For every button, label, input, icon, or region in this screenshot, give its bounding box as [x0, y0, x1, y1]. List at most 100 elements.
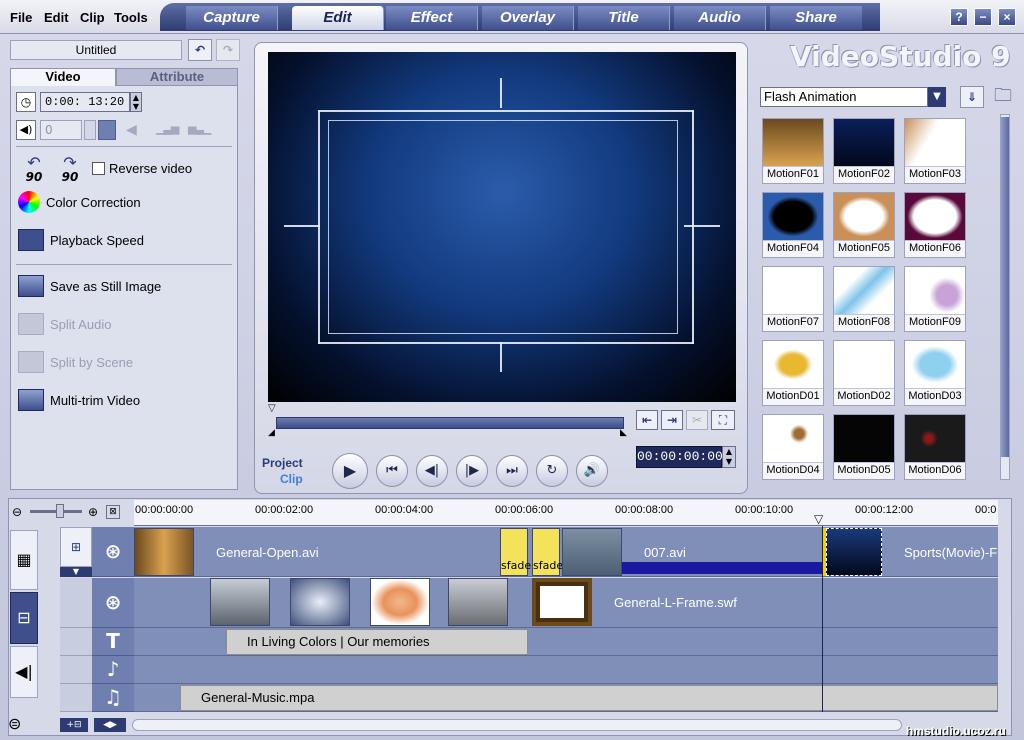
rotate-right-icon[interactable]: ↷ 90: [54, 155, 86, 185]
clip-thumbnail[interactable]: [562, 528, 622, 576]
overlay-thumbnail[interactable]: [448, 578, 508, 626]
add-track-icon[interactable]: +⊟: [60, 718, 88, 732]
system-volume-button[interactable]: 🔊: [576, 455, 608, 487]
clip-thumbnail[interactable]: [134, 528, 194, 576]
split-audio-button[interactable]: Split Audio: [18, 311, 111, 337]
tab-audio[interactable]: Audio: [674, 6, 766, 30]
minimize-button[interactable]: −: [974, 8, 992, 26]
overlay-thumbnail[interactable]: [290, 578, 350, 626]
overlay-lock[interactable]: [60, 578, 92, 628]
track-manager-icon[interactable]: ⊞: [60, 527, 92, 567]
library-item[interactable]: MotionD02: [833, 340, 895, 406]
library-item[interactable]: MotionD06: [904, 414, 966, 480]
undo-icon[interactable]: ↶: [188, 39, 212, 61]
voice-track[interactable]: [134, 656, 998, 684]
zoom-out-icon[interactable]: ⊖: [12, 505, 22, 519]
clip-mode[interactable]: Clip: [280, 472, 303, 486]
zoom-slider-thumb[interactable]: [56, 504, 64, 518]
library-item[interactable]: MotionF08: [833, 266, 895, 332]
voice-lock[interactable]: [60, 656, 92, 684]
clip-thumbnail[interactable]: [826, 528, 882, 576]
playback-speed-button[interactable]: Playback Speed: [18, 227, 144, 253]
library-item[interactable]: MotionD01: [762, 340, 824, 406]
sort-icon[interactable]: ⇓: [960, 86, 984, 108]
timeline-scrollbar[interactable]: [132, 719, 902, 731]
volume-dropdown[interactable]: [98, 120, 116, 140]
zoom-in-icon[interactable]: ⊕: [88, 505, 98, 519]
library-item[interactable]: MotionF05: [833, 192, 895, 258]
mark-in-icon[interactable]: ⇤: [636, 410, 658, 430]
trim-start-icon[interactable]: ◢: [268, 428, 275, 438]
fit-timeline-icon[interactable]: ⊠: [106, 505, 120, 519]
timeline-view-icon[interactable]: ⊟: [10, 592, 38, 644]
speaker-icon[interactable]: ◀): [16, 120, 36, 140]
color-correction-button[interactable]: Color Correction: [18, 189, 141, 215]
menu-edit[interactable]: Edit: [44, 10, 69, 25]
timecode-spinner[interactable]: ▲ ▼: [722, 446, 736, 468]
menu-tools[interactable]: Tools: [114, 10, 148, 25]
help-button[interactable]: ?: [950, 8, 968, 26]
library-item[interactable]: MotionF06: [904, 192, 966, 258]
library-item[interactable]: MotionF03: [904, 118, 966, 184]
library-item[interactable]: MotionF01: [762, 118, 824, 184]
transition-clip[interactable]: sfade: [532, 528, 563, 576]
transition-clip[interactable]: sfade: [500, 528, 531, 576]
library-item[interactable]: MotionF04: [762, 192, 824, 258]
tab-share[interactable]: Share: [770, 6, 862, 30]
music-clip[interactable]: General-Music.mpa: [180, 685, 998, 711]
library-item[interactable]: MotionD04: [762, 414, 824, 480]
rotate-left-icon[interactable]: ↶ 90: [18, 155, 50, 185]
library-item[interactable]: MotionF07: [762, 266, 824, 332]
library-item[interactable]: MotionF09: [904, 266, 966, 332]
title-clip[interactable]: In Living Colors | Our memories: [226, 629, 528, 655]
library-item[interactable]: MotionD03: [904, 340, 966, 406]
play-button[interactable]: ▶: [332, 453, 368, 489]
duration-spinner[interactable]: ▲ ▼: [130, 92, 142, 112]
overlay-thumbnail[interactable]: [370, 578, 430, 626]
mark-out-icon[interactable]: ⇥: [661, 410, 683, 430]
tab-edit[interactable]: Edit: [292, 6, 384, 30]
project-name-field[interactable]: Untitled: [10, 40, 182, 60]
folder-icon[interactable]: 🗀: [990, 86, 1016, 108]
reverse-video-checkbox[interactable]: [92, 162, 105, 175]
redo-icon[interactable]: ↷: [216, 39, 240, 61]
end-button[interactable]: ⏭: [496, 455, 528, 487]
library-item[interactable]: MotionD05: [833, 414, 895, 480]
tab-effect[interactable]: Effect: [386, 6, 478, 30]
repeat-button[interactable]: ↻: [536, 455, 568, 487]
audio-view-icon[interactable]: ◀|: [10, 646, 38, 698]
chevron-down-icon[interactable]: ▼: [928, 87, 946, 107]
library-scroll-thumb[interactable]: [1001, 117, 1009, 457]
menu-clip[interactable]: Clip: [80, 10, 105, 25]
previous-frame-button[interactable]: ◀|: [416, 455, 448, 487]
timecode-display[interactable]: 00:00:00:00: [636, 446, 723, 468]
fullscreen-icon[interactable]: ⛶: [711, 410, 735, 430]
next-frame-button[interactable]: |▶: [456, 455, 488, 487]
tab-video-options[interactable]: Video: [10, 68, 116, 86]
project-mode[interactable]: Project: [262, 456, 303, 470]
volume-field[interactable]: 0: [40, 120, 82, 140]
home-button[interactable]: ⏮: [376, 455, 408, 487]
scroll-arrows-icon[interactable]: ◀▶: [94, 718, 126, 732]
tab-capture[interactable]: Capture: [186, 6, 278, 30]
library-item[interactable]: MotionF02: [833, 118, 895, 184]
scrub-marker-icon[interactable]: ▽: [268, 404, 284, 414]
volume-spinner[interactable]: [84, 120, 96, 140]
duration-field[interactable]: 0:00: 13:20: [40, 92, 130, 112]
overlay-thumbnail[interactable]: [532, 578, 592, 626]
multi-trim-video-button[interactable]: Multi-trim Video: [18, 387, 140, 413]
track-dropdown-icon[interactable]: ▼: [60, 567, 92, 577]
cut-icon[interactable]: ✂: [686, 410, 708, 430]
library-scrollbar[interactable]: [1000, 114, 1010, 480]
close-button[interactable]: ×: [998, 8, 1016, 26]
overlay-thumbnail[interactable]: [210, 578, 270, 626]
trim-end-icon[interactable]: ◣: [620, 428, 627, 438]
tab-title[interactable]: Title: [578, 6, 670, 30]
tab-attribute[interactable]: Attribute: [116, 68, 238, 86]
title-lock[interactable]: [60, 628, 92, 656]
save-still-image-button[interactable]: Save as Still Image: [18, 273, 161, 299]
tab-overlay[interactable]: Overlay: [482, 6, 574, 30]
library-category-select[interactable]: Flash Animation: [760, 87, 928, 107]
menu-file[interactable]: File: [10, 10, 32, 25]
library-toggle-icon[interactable]: ⊜: [8, 714, 32, 734]
